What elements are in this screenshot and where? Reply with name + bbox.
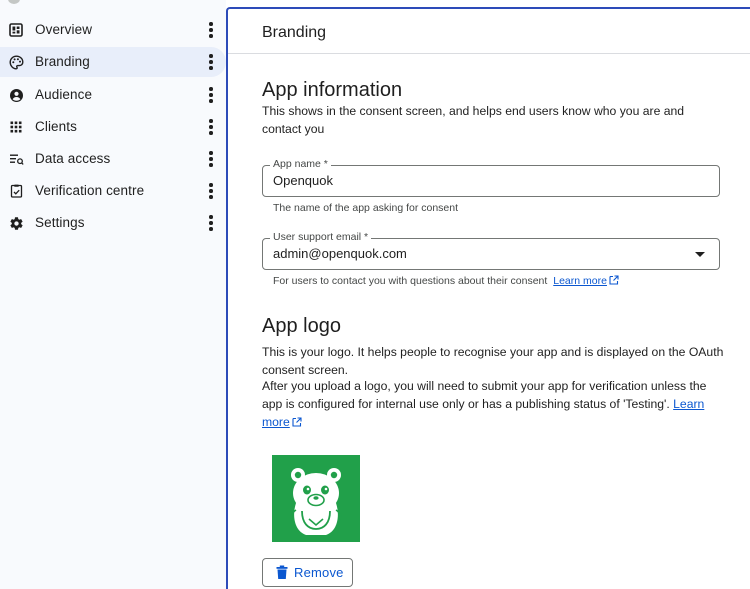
more-vert-icon[interactable] [205,183,217,199]
data-list-icon [8,151,24,167]
more-vert-icon[interactable] [205,22,217,38]
apps-grid-icon [8,119,24,135]
person-icon [8,87,24,103]
app-information-description: This shows in the consent screen, and he… [262,104,685,136]
more-vert-icon[interactable] [205,54,217,70]
verified-checklist-icon [8,183,24,199]
support-email-hint-text: For users to contact you with questions … [273,275,548,287]
sidebar-item-label: Data access [35,151,111,166]
app-logo-description: This is your logo. It helps people to re… [262,345,724,377]
sidebar-item-label: Settings [35,215,85,230]
open-in-new-icon [609,275,619,285]
more-vert-icon[interactable] [205,87,217,103]
sidebar-item-branding[interactable]: Branding [0,47,226,77]
app-name-hint: The name of the app asking for consent [273,202,459,214]
sidebar-item-label: Verification centre [35,183,145,198]
sidebar-item-data-access[interactable]: Data access [0,144,226,174]
support-email-hint: For users to contact you with questions … [273,275,619,287]
sidebar-item-label: Audience [35,87,93,102]
sidebar-item-label: Clients [35,119,77,134]
main-content: Branding App information This shows in t… [226,7,750,589]
bear-mascot-logo [290,468,342,535]
menu-icon [8,0,20,4]
sidebar-item-verification-centre[interactable]: Verification centre [0,176,226,206]
palette-icon [8,54,24,70]
support-email-label: User support email * [270,231,372,243]
learn-more-link[interactable]: Learn more [553,275,607,287]
app-name-label: App name * [270,158,331,170]
more-vert-icon[interactable] [205,151,217,167]
page-header: Branding [228,9,750,54]
app-logo-image [272,455,360,542]
sidebar-item-settings[interactable]: Settings [0,208,226,238]
page-title: Branding [262,24,327,41]
sidebar-item-label: Branding [35,54,90,69]
remove-logo-button[interactable]: Remove [262,558,353,587]
app-name-field[interactable]: App name * [262,158,720,197]
sidebar: Overview Branding Audience Clients Data … [0,0,226,589]
open-in-new-icon [292,417,302,427]
sidebar-truncated-item[interactable] [0,0,226,6]
app-logo-verification-text: After you upload a logo, you will need t… [262,379,707,411]
more-vert-icon[interactable] [205,119,217,135]
sidebar-item-label: Overview [35,22,93,37]
app-logo-heading: App logo [262,315,341,337]
remove-button-label: Remove [294,565,344,580]
sidebar-item-clients[interactable]: Clients [0,112,226,142]
app-name-input[interactable] [273,173,673,188]
support-email-select[interactable]: User support email * admin@openquok.com [262,231,720,270]
delete-icon [276,565,288,579]
sidebar-item-audience[interactable]: Audience [0,80,226,110]
dashboard-icon [8,22,24,38]
app-information-heading: App information [262,79,403,101]
sidebar-item-overview[interactable]: Overview [0,15,226,45]
dropdown-arrow-icon[interactable] [695,252,705,257]
gear-icon [8,215,24,231]
app-logo-verification-note: After you upload a logo, you will need t… [262,377,724,431]
support-email-value: admin@openquok.com [273,246,407,261]
more-vert-icon[interactable] [205,215,217,231]
